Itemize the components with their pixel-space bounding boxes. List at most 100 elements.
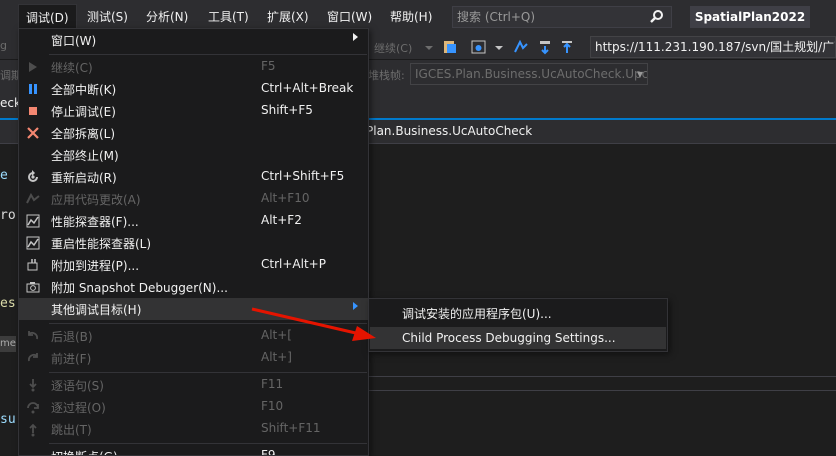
- menu-item-detach-all[interactable]: 全部拆离(L): [19, 122, 368, 144]
- menu-item-shortcut: F11: [261, 377, 284, 391]
- menu-item-label: 逐过程(O): [51, 401, 106, 415]
- menu-item-debug-installed-app-package[interactable]: 调试安装的应用程序包(U)...: [370, 301, 666, 323]
- menu-item-label: 跳出(T): [51, 423, 92, 437]
- menu-item-label: 前进(F): [51, 352, 92, 366]
- detach-icon: [27, 127, 39, 139]
- menu-item-label: 应用代码更改(A): [51, 193, 141, 207]
- code-fragment: ro: [0, 208, 16, 223]
- menu-item-stop-debugging[interactable]: 停止调试(E) Shift+F5: [19, 100, 368, 122]
- pause-icon: [29, 84, 37, 94]
- divider: [368, 376, 836, 377]
- menu-item-step-out[interactable]: 跳出(T) Shift+F11: [19, 418, 368, 440]
- svn-url-field[interactable]: https://111.231.190.187/svn/国土规划/广西: [590, 36, 836, 58]
- profiler-icon: [26, 214, 40, 228]
- menu-item-child-process-debugging-settings[interactable]: Child Process Debugging Settings...: [370, 327, 666, 349]
- menu-item-shortcut: Ctrl+Alt+Break: [261, 81, 354, 95]
- menu-help[interactable]: 帮助(H): [383, 4, 439, 30]
- step-up-icon[interactable]: [558, 38, 576, 56]
- menu-item-label: 全部拆离(L): [51, 127, 116, 141]
- step-forward-icon: [28, 353, 38, 362]
- menu-item-shortcut: Alt+]: [261, 350, 292, 364]
- menu-item-label: 切换断点(G): [51, 448, 118, 455]
- restart-icon: [28, 170, 38, 182]
- continue-button[interactable]: 继续(C): [374, 40, 412, 56]
- code-hint-badge: me: [0, 336, 16, 352]
- menu-item-other-debug-targets[interactable]: 其他调试目标(H): [19, 298, 368, 320]
- profiler-restart-icon: [26, 236, 40, 250]
- menu-item-label: 附加到进程(P)...: [51, 259, 140, 273]
- step-into-icon: [29, 379, 37, 392]
- menu-item-label: 后退(B): [51, 330, 93, 344]
- menu-item-shortcut: Ctrl+Shift+F5: [261, 169, 345, 183]
- browser-icon[interactable]: [470, 38, 488, 56]
- stack-frame-value: IGCES.Plan.Business.UcAutoCheck.Upc: [415, 67, 648, 81]
- code-fragment: e: [0, 168, 8, 183]
- menu-item-shortcut: Ctrl+Alt+P: [261, 257, 326, 271]
- menu-item-shortcut: F10: [261, 399, 284, 413]
- step-back-icon: [28, 331, 38, 340]
- search-input[interactable]: [453, 7, 643, 27]
- menu-item-label: 重启性能探查器(L): [51, 237, 152, 251]
- hot-reload-icon[interactable]: [512, 38, 530, 56]
- menu-item-restart[interactable]: 重新启动(R) Ctrl+Shift+F5: [19, 166, 368, 188]
- menu-analyze[interactable]: 分析(N): [139, 4, 195, 30]
- stack-frame-combo[interactable]: IGCES.Plan.Business.UcAutoCheck.Upc ▾: [410, 63, 648, 85]
- submenu-arrow-icon: [353, 302, 358, 310]
- menu-separator: [49, 54, 367, 55]
- stop-icon: [29, 107, 37, 115]
- menu-item-terminate-all[interactable]: 全部终止(M): [19, 144, 368, 166]
- menu-tools[interactable]: 工具(T): [201, 4, 256, 30]
- menu-item-shortcut: F9: [261, 448, 276, 456]
- attach-icon: [27, 259, 38, 271]
- menu-item-relaunch-profiler[interactable]: 重启性能探查器(L): [19, 232, 368, 254]
- chevron-down-icon[interactable]: ▾: [637, 64, 643, 84]
- code-fragment: es: [0, 296, 16, 311]
- toolbar-fragment: g: [0, 39, 7, 52]
- search-icon[interactable]: [649, 9, 665, 25]
- menu-item-label: 继续(C): [51, 61, 93, 75]
- step-out-icon: [29, 423, 37, 437]
- menu-item-shortcut: F5: [261, 59, 276, 73]
- menu-item-label: 性能探查器(F)...: [51, 215, 139, 229]
- menu-item-shortcut: Shift+F11: [261, 421, 321, 435]
- menu-item-label: 窗口(W): [51, 34, 97, 48]
- divider: [368, 390, 836, 391]
- menu-item-label: Child Process Debugging Settings...: [402, 331, 616, 345]
- chevron-down-icon[interactable]: [490, 38, 508, 56]
- fire-icon[interactable]: [441, 38, 459, 56]
- debug-menu-dropdown: 窗口(W) 继续(C) F5 全部中断(K) Ctrl+Alt+Break 停止…: [18, 28, 369, 456]
- menu-item-performance-profiler[interactable]: 性能探查器(F)... Alt+F2: [19, 210, 368, 232]
- menu-item-shortcut: Alt+F10: [261, 191, 310, 205]
- menu-item-label: 其他调试目标(H): [51, 303, 142, 317]
- class-dropdown[interactable]: Plan.Business.UcAutoCheck: [366, 124, 532, 138]
- menu-item-label: 全部终止(M): [51, 149, 119, 163]
- menu-item-shortcut: Shift+F5: [261, 103, 313, 117]
- menu-item-label: 停止调试(E): [51, 105, 116, 119]
- menu-item-continue[interactable]: 继续(C) F5: [19, 56, 368, 78]
- menu-item-step-forward[interactable]: 前进(F) Alt+]: [19, 347, 368, 369]
- menu-item-attach-snapshot-debugger[interactable]: 附加 Snapshot Debugger(N)...: [19, 276, 368, 298]
- menu-item-apply-code-changes[interactable]: 应用代码更改(A) Alt+F10: [19, 188, 368, 210]
- menu-item-step-over[interactable]: 逐过程(O) F10: [19, 396, 368, 418]
- menu-item-break-all[interactable]: 全部中断(K) Ctrl+Alt+Break: [19, 78, 368, 100]
- solution-name: SpatialPlan2022: [690, 6, 810, 28]
- menu-test[interactable]: 测试(S): [80, 4, 135, 30]
- menu-separator: [49, 443, 367, 444]
- other-debug-targets-submenu: 调试安装的应用程序包(U)... Child Process Debugging…: [368, 298, 668, 352]
- search-box[interactable]: [452, 6, 672, 28]
- menu-item-toggle-breakpoint[interactable]: 切换断点(G) F9: [19, 445, 368, 456]
- menu-item-step-backward[interactable]: 后退(B) Alt+[: [19, 325, 368, 347]
- menu-window[interactable]: 窗口(W): [320, 4, 379, 30]
- menu-item-window[interactable]: 窗口(W): [19, 29, 368, 51]
- chevron-down-icon[interactable]: [420, 38, 438, 56]
- menu-item-label: 全部中断(K): [51, 83, 117, 97]
- menu-item-label: 重新启动(R): [51, 171, 117, 185]
- menu-separator: [49, 372, 367, 373]
- menu-item-step-into[interactable]: 逐语句(S) F11: [19, 374, 368, 396]
- menu-item-shortcut: Alt+F2: [261, 213, 302, 227]
- menu-item-attach-to-process[interactable]: 附加到进程(P)... Ctrl+Alt+P: [19, 254, 368, 276]
- menu-item-shortcut: Alt+[: [261, 328, 292, 342]
- menu-extensions[interactable]: 扩展(X): [260, 4, 316, 30]
- step-over-icon: [27, 402, 39, 414]
- step-icon[interactable]: [536, 38, 554, 56]
